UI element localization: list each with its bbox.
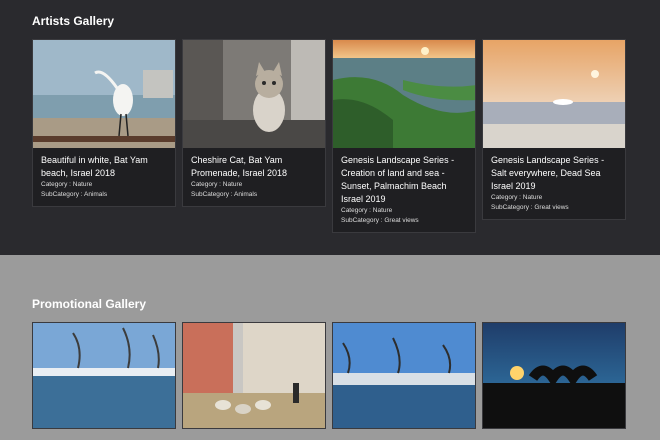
card-subcategory: SubCategory : Great views: [491, 204, 569, 211]
card-subcategory: SubCategory : Great views: [341, 217, 419, 224]
card-category: Category : Nature: [491, 194, 543, 201]
card-subcategory: SubCategory : Animals: [41, 191, 108, 198]
card-image-palmachim[interactable]: [333, 40, 475, 148]
card-category: Category : Nature: [41, 181, 93, 188]
gallery-card-palmachim[interactable]: Genesis Landscape Series - Creation of l…: [332, 39, 476, 233]
promotional-gallery-title: Promotional Gallery: [32, 297, 147, 311]
gallery-card-cat[interactable]: Cheshire Cat, Bat Yam Promenade, Israel …: [182, 39, 326, 207]
card-category: Category : Nature: [341, 207, 393, 214]
card-image-cat[interactable]: [183, 40, 325, 148]
card-category: Category : Nature: [191, 181, 243, 188]
card-image-dead-sea[interactable]: [483, 40, 625, 148]
gallery-card-egret[interactable]: Beautiful in white, Bat Yam beach, Israe…: [32, 39, 176, 207]
artists-gallery-title: Artists Gallery: [32, 14, 115, 28]
card-subcategory: SubCategory : Animals: [191, 191, 258, 198]
promo-image-lake[interactable]: [32, 322, 176, 429]
promo-image-camels[interactable]: [482, 322, 626, 429]
gallery-card-dead-sea[interactable]: Genesis Landscape Series - Salt everywhe…: [482, 39, 626, 220]
card-caption[interactable]: Genesis Landscape Series - Creation of l…: [341, 154, 467, 206]
card-caption[interactable]: Beautiful in white, Bat Yam beach, Israe…: [41, 154, 167, 180]
promo-image-sheep[interactable]: [182, 322, 326, 429]
promo-image-river[interactable]: [332, 322, 476, 429]
card-image-egret[interactable]: [33, 40, 175, 148]
card-caption[interactable]: Cheshire Cat, Bat Yam Promenade, Israel …: [191, 154, 317, 180]
card-caption[interactable]: Genesis Landscape Series - Salt everywhe…: [491, 154, 617, 193]
